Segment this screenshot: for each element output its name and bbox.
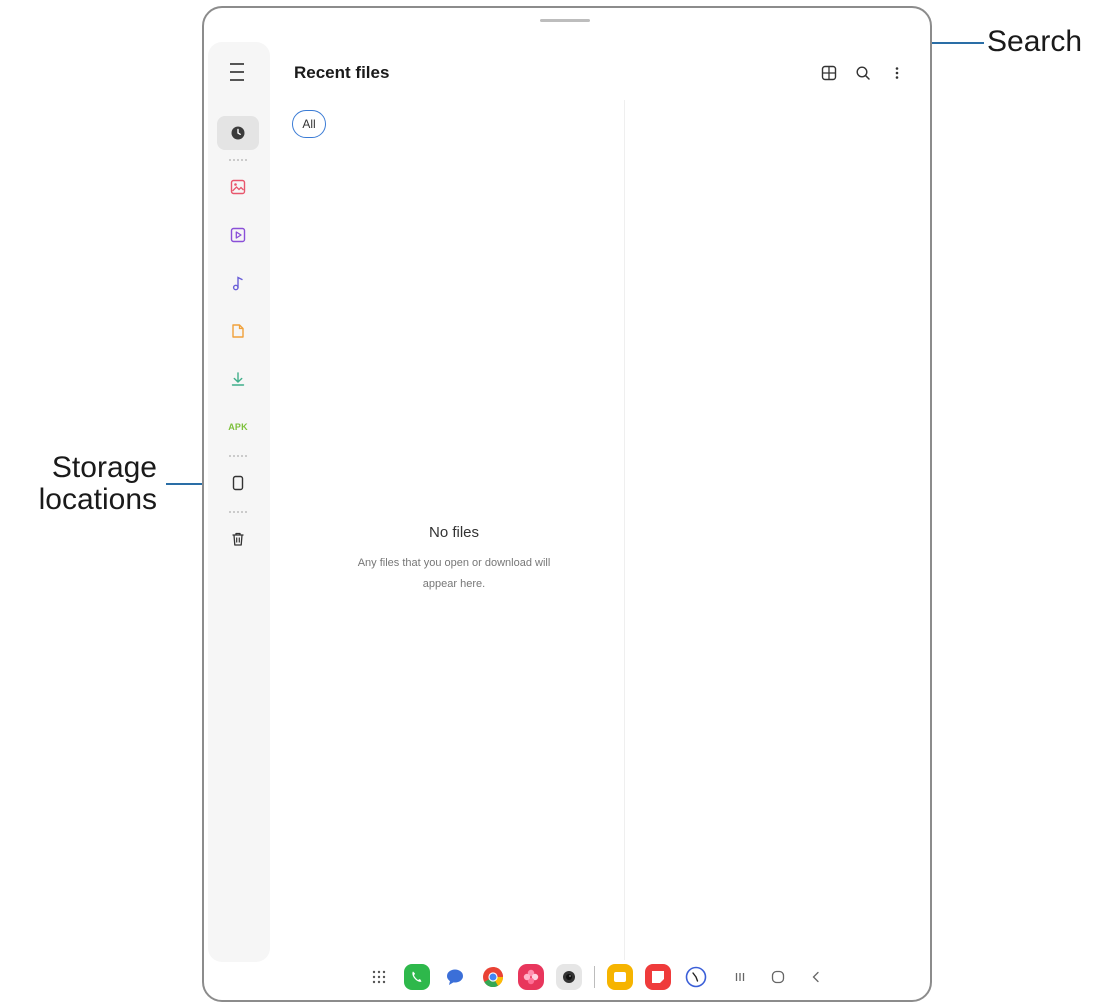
messages-icon [446,969,463,985]
menu-icon[interactable] [228,63,250,81]
separator-dots [228,455,248,457]
empty-state-title: No files [428,524,480,541]
empty-state-description: Any files that you open or download will… [324,553,584,595]
storage-callout-line2: locations [38,483,157,516]
recents-button[interactable] [727,964,753,990]
camera-app[interactable] [555,964,582,990]
phone-icon [411,971,421,982]
sidebar-item-downloads[interactable] [217,362,259,396]
search-button[interactable] [852,62,874,84]
device-frame: APK Recent files All No files Any files … [202,6,932,1002]
toolbar [818,62,908,84]
more-options-icon [895,67,899,79]
dock-separator [593,966,595,988]
chrome-app[interactable] [480,964,506,990]
image-icon [230,179,246,195]
more-options-button[interactable] [886,62,908,84]
empty-state-line2: appear here. [422,578,486,590]
phone-app[interactable] [403,964,430,990]
sidebar-item-images[interactable] [217,170,259,204]
notes-icon [651,971,664,983]
music-note-icon [232,276,243,291]
pane-divider [624,100,625,960]
sidebar-item-internal-storage[interactable] [217,466,259,500]
gallery-app[interactable] [517,964,544,990]
sidebar-item-trash[interactable] [217,522,259,556]
my-files-app[interactable] [606,964,633,990]
sidebar: APK [208,42,270,962]
storage-callout-label: Storage locations [0,452,157,516]
messages-app[interactable] [442,964,468,990]
grid-view-icon [821,65,837,81]
sidebar-item-recent[interactable] [217,116,259,150]
sidebar-item-apk[interactable]: APK [217,410,259,444]
search-callout-label: Search [987,25,1083,58]
filter-chip-all[interactable]: All [292,110,326,138]
sidebar-item-documents[interactable] [217,314,259,348]
chrome-icon [482,967,503,988]
storage-callout-line1: Storage [51,451,157,484]
sidebar-item-videos[interactable] [217,218,259,252]
sidebar-item-audio[interactable] [217,266,259,300]
grid-view-button[interactable] [818,62,840,84]
separator-dots [228,511,248,513]
apps-grid-button[interactable] [366,964,392,990]
camera-icon [562,971,575,983]
apk-icon: APK [228,422,248,432]
trash-icon [232,532,244,546]
clock-icon [231,126,245,140]
empty-state: No files Any files that you open or down… [324,524,584,595]
empty-state-line1: Any files that you open or download will [357,557,551,569]
taskbar [204,954,930,1000]
phone-storage-icon [232,475,244,491]
my-files-icon [613,972,626,982]
clock-app-icon [685,966,706,988]
download-icon [231,372,245,386]
notes-app[interactable] [644,964,671,990]
clock-app[interactable] [683,964,709,990]
separator-dots [228,159,248,161]
back-icon [812,971,819,983]
video-icon [230,227,246,243]
drag-handle[interactable] [540,19,590,22]
page-title: Recent files [294,63,390,82]
recents-icon [735,973,744,981]
home-icon [771,970,784,984]
gallery-icon [523,969,538,985]
home-button[interactable] [765,964,791,990]
back-button[interactable] [803,964,829,990]
apps-grid-icon [372,970,385,984]
search-icon [856,66,870,80]
document-icon [232,324,244,338]
